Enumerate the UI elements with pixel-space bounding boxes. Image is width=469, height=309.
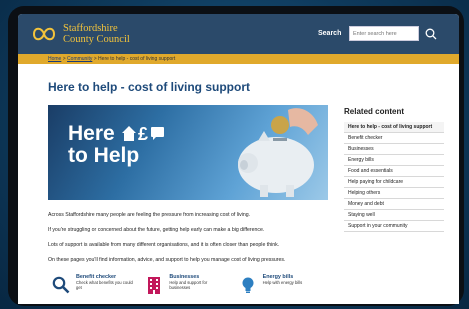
card-energy-bills[interactable]: Energy bills Help with energy bills — [239, 274, 332, 294]
related-item[interactable]: Support in your community — [344, 221, 444, 232]
lightbulb-icon — [242, 277, 254, 293]
intro-paragraph-4: On these pages you'll find information, … — [48, 257, 286, 263]
search-icon — [425, 28, 437, 39]
breadcrumb-community[interactable]: Community — [67, 56, 92, 62]
site-logo[interactable]: Staffordshire County Council — [30, 23, 130, 45]
brand-line2: County Council — [63, 34, 130, 45]
hero-image: Here £ to Help — [48, 105, 328, 200]
piggy-bank-icon — [238, 108, 318, 197]
hero-line1: Here — [68, 122, 115, 145]
search-input[interactable] — [349, 26, 419, 41]
search-label: Search — [318, 30, 342, 37]
related-item[interactable]: Businesses — [344, 144, 444, 155]
intro-paragraph-3: Lots of support is available from many d… — [48, 242, 280, 248]
breadcrumb-current: Here to help - cost of living support — [98, 56, 176, 62]
related-item[interactable]: Staying well — [344, 210, 444, 221]
building-icon — [148, 277, 161, 294]
related-item[interactable]: Helping others — [344, 188, 444, 199]
house-pound-icon: £ — [121, 124, 164, 144]
brand-line1: Staffordshire — [63, 23, 118, 34]
quick-links: Benefit checker Check what benefits you … — [52, 274, 332, 294]
card-benefit-checker[interactable]: Benefit checker Check what benefits you … — [52, 274, 145, 294]
related-content: Related content Here to help - cost of l… — [344, 107, 444, 232]
intro-paragraph-2: If you're struggling or concerned about … — [48, 227, 265, 233]
site-header: Staffordshire County Council Search — [18, 14, 459, 54]
card-desc: Check what benefits you could get — [76, 280, 133, 290]
related-item[interactable]: Energy bills — [344, 155, 444, 166]
breadcrumb-home[interactable]: Home — [48, 56, 61, 62]
page-title: Here to help - cost of living support — [48, 80, 251, 94]
hero-text: Here £ to Help — [68, 123, 165, 167]
knot-logo-icon — [32, 27, 56, 41]
related-item[interactable]: Food and essentials — [344, 166, 444, 177]
related-item[interactable]: Money and debt — [344, 199, 444, 210]
search-icon — [52, 276, 70, 294]
svg-text:£: £ — [138, 124, 148, 142]
related-title: Related content — [344, 107, 405, 116]
breadcrumb: Home > Community > Here to help - cost o… — [18, 54, 459, 64]
related-item[interactable]: Benefit checker — [344, 133, 444, 144]
card-businesses[interactable]: Businesses Help and support for business… — [145, 274, 238, 294]
intro-paragraph-1: Across Staffordshire many people are fee… — [48, 212, 251, 218]
hero-line2: to Help — [68, 144, 140, 167]
related-item[interactable]: Help paying for childcare — [344, 177, 444, 188]
card-desc: Help and support for businesses — [169, 280, 208, 290]
related-item[interactable]: Here to help - cost of living support — [344, 122, 444, 133]
search-button[interactable] — [424, 26, 438, 41]
browser-screen: Staffordshire County Council Search Home… — [18, 14, 459, 304]
card-desc: Help with energy bills — [262, 280, 303, 285]
